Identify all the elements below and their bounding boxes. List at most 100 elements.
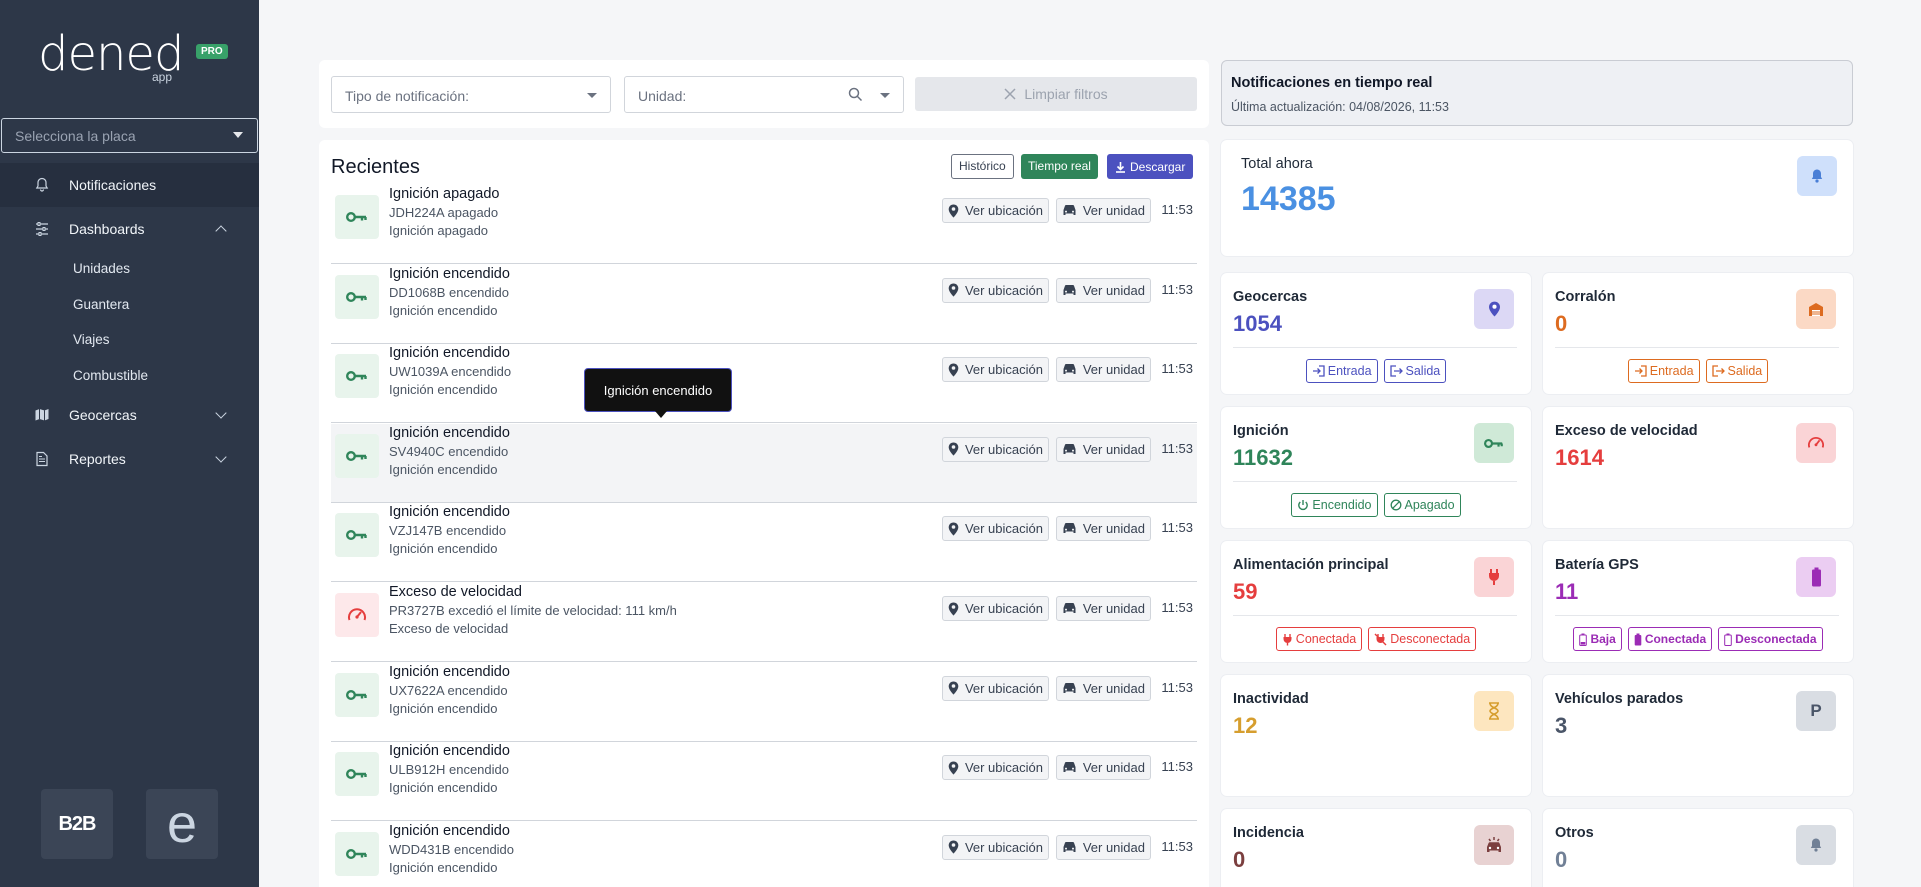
clear-filters-button[interactable]: Limpiar filtros — [915, 77, 1197, 111]
ver-ubicacion-label: Ver ubicación — [964, 441, 1043, 457]
ver-ubicacion-button[interactable]: Ver ubicación — [941, 596, 1049, 621]
plug-icon — [1489, 569, 1499, 585]
stat-card-bateria[interactable]: Batería GPS 11 Baja Conectada Desconectada — [1543, 541, 1853, 662]
stat-card-exceso[interactable]: Exceso de velocidad 1614 — [1543, 407, 1853, 528]
chevron-up-icon — [215, 225, 227, 237]
power-icon — [1298, 500, 1309, 511]
car-icon — [1063, 682, 1076, 693]
stat-card-otros[interactable]: Otros 0 — [1543, 809, 1853, 887]
nav-notificaciones[interactable]: Notificaciones — [0, 163, 259, 207]
sub-nav-viajes[interactable]: Viajes — [73, 332, 110, 347]
tag-entrada[interactable]: Entrada — [1305, 359, 1378, 383]
ver-unidad-button[interactable]: Ver unidad — [1055, 277, 1151, 303]
b2b-logo[interactable]: B2B — [41, 789, 113, 859]
logout-icon — [1711, 365, 1725, 377]
notification-row[interactable]: Ignición encendido WDD431B encendido Ignic… — [331, 822, 1197, 887]
notification-type-icon — [335, 752, 379, 797]
tiempo-real-button[interactable]: Tiempo real — [1021, 154, 1098, 179]
tag-desconectada[interactable]: Desconectada — [1368, 627, 1477, 651]
notification-type-icon — [335, 433, 379, 478]
ver-unidad-button[interactable]: Ver unidad — [1055, 596, 1151, 621]
tag-salida[interactable]: Salida — [1383, 359, 1447, 383]
stat-card-ignicion[interactable]: Ignición 11632 Encendido Apagado — [1221, 407, 1531, 528]
stat-card-parados[interactable]: Vehículos parados 3 P — [1543, 675, 1853, 796]
hourglass-icon — [1489, 702, 1499, 720]
tag-baja[interactable]: Baja — [1573, 627, 1622, 651]
stat-card-corralon[interactable]: Corralón 0 Entrada Salida — [1543, 273, 1853, 394]
stat-tags: Entrada Salida — [1221, 359, 1531, 383]
tag-entrada[interactable]: Entrada — [1627, 359, 1700, 383]
stat-tags: Conectada Desconectada — [1221, 627, 1531, 651]
notification-detail: VZJ147B encendido — [389, 523, 507, 539]
ver-unidad-button[interactable]: Ver unidad — [1055, 357, 1151, 383]
ver-unidad-button[interactable]: Ver unidad — [1055, 436, 1151, 462]
notifications-panel: Recientes Histórico Tiempo real Descarga… — [319, 140, 1209, 887]
ver-unidad-label: Ver unidad — [1082, 282, 1145, 298]
notification-type-select[interactable]: Tipo de notificación: — [331, 76, 611, 113]
ver-ubicacion-button[interactable]: Ver ubicación — [941, 834, 1049, 860]
notification-row[interactable]: Ignición encendido UW1039A encendido Ignic… — [331, 344, 1197, 424]
tag-desconectada[interactable]: Desconectada — [1718, 627, 1823, 651]
sub-nav-unidades[interactable]: Unidades — [73, 261, 130, 276]
ver-ubicacion-button[interactable]: Ver ubicación — [941, 436, 1049, 462]
notification-type-icon — [335, 831, 379, 876]
ver-ubicacion-button[interactable]: Ver ubicación — [941, 755, 1049, 781]
ver-unidad-button[interactable]: Ver unidad — [1055, 834, 1151, 860]
sub-nav-guantera[interactable]: Guantera — [73, 297, 129, 312]
clear-filters-label: Limpiar filtros — [1024, 86, 1108, 102]
notification-row[interactable]: Ignición encendido VZJ147B encendido Ignic… — [331, 503, 1197, 583]
ver-ubicacion-button[interactable]: Ver ubicación — [941, 675, 1049, 701]
e-logo[interactable]: e — [146, 789, 218, 859]
unit-select[interactable]: Unidad: — [624, 76, 904, 113]
search-icon[interactable] — [848, 87, 863, 102]
ver-unidad-button[interactable]: Ver unidad — [1055, 516, 1151, 542]
tag-encendido[interactable]: Encendido — [1291, 493, 1378, 517]
login-icon — [1634, 365, 1647, 377]
nav-reportes[interactable]: Reportes — [0, 437, 259, 481]
ver-unidad-button[interactable]: Ver unidad — [1055, 198, 1151, 223]
notification-row[interactable]: Ignición encendido UX7622A encendido Ignic… — [331, 663, 1197, 742]
notification-description: Ignición encendido — [389, 780, 498, 796]
historico-button[interactable]: Histórico — [951, 154, 1014, 179]
notification-row[interactable]: Ignición encendido ULB912H encendido Ignic… — [331, 742, 1197, 822]
bell-icon — [35, 177, 49, 192]
notification-row[interactable]: Ignición encendido SV4940C encendido Ignic… — [331, 423, 1197, 503]
notification-row[interactable]: Exceso de velocidad PR3727B excedió el lí… — [331, 583, 1197, 662]
tag-conectada[interactable]: Conectada — [1627, 627, 1713, 651]
ver-ubicacion-button[interactable]: Ver ubicación — [941, 357, 1049, 383]
filter-bar: Tipo de notificación: Unidad: Limpiar fi… — [319, 60, 1209, 128]
notification-type-icon — [335, 354, 379, 399]
close-icon — [1004, 88, 1016, 100]
notification-title: Ignición encendido — [389, 265, 510, 282]
tag-label: Salida — [1727, 364, 1763, 378]
nav-label: Dashboards — [69, 221, 145, 237]
ver-unidad-button[interactable]: Ver unidad — [1055, 755, 1151, 781]
notification-row[interactable]: Ignición apagado JDH224A apagado Ignición … — [331, 185, 1197, 264]
ver-ubicacion-button[interactable]: Ver ubicación — [941, 516, 1049, 542]
ver-ubicacion-button[interactable]: Ver ubicación — [941, 198, 1049, 223]
brand-logo[interactable]: dened app — [38, 30, 188, 90]
nav-geocercas[interactable]: Geocercas — [0, 393, 259, 437]
tag-salida[interactable]: Salida — [1705, 359, 1769, 383]
notification-row[interactable]: Ignición encendido DD1068B encendido Ignic… — [331, 265, 1197, 344]
tag-apagado[interactable]: Apagado — [1383, 493, 1461, 517]
last-updated: Última actualización: 04/08/2026, 11:53 — [1231, 100, 1449, 114]
notification-description: Exceso de velocidad — [389, 621, 509, 636]
descargar-button[interactable]: Descargar — [1107, 154, 1194, 179]
notification-detail: ULB912H encendido — [389, 762, 509, 778]
battery-full-icon — [1634, 633, 1642, 645]
ver-unidad-button[interactable]: Ver unidad — [1055, 675, 1151, 701]
stat-card-total[interactable]: Total ahora 14385 — [1221, 140, 1853, 256]
tag-conectada[interactable]: Conectada — [1275, 627, 1363, 651]
notification-description: Ignición encendido — [389, 382, 498, 398]
plate-select[interactable]: Selecciona la placa — [1, 118, 258, 153]
nav-dashboards[interactable]: Dashboards — [0, 207, 259, 251]
stat-card-inactividad[interactable]: Inactividad 12 — [1221, 675, 1531, 796]
stat-card-geocercas[interactable]: Geocercas 1054 Entrada Salida — [1221, 273, 1531, 394]
ver-ubicacion-button[interactable]: Ver ubicación — [941, 277, 1049, 303]
notification-description: Ignición apagado — [389, 223, 489, 238]
sub-nav-combustible[interactable]: Combustible — [73, 368, 148, 383]
stat-card-alimentacion[interactable]: Alimentación principal 59 Conectada Descone… — [1221, 541, 1531, 662]
stat-card-incidencia[interactable]: Incidencia 0 — [1221, 809, 1531, 887]
key-icon — [346, 769, 367, 780]
